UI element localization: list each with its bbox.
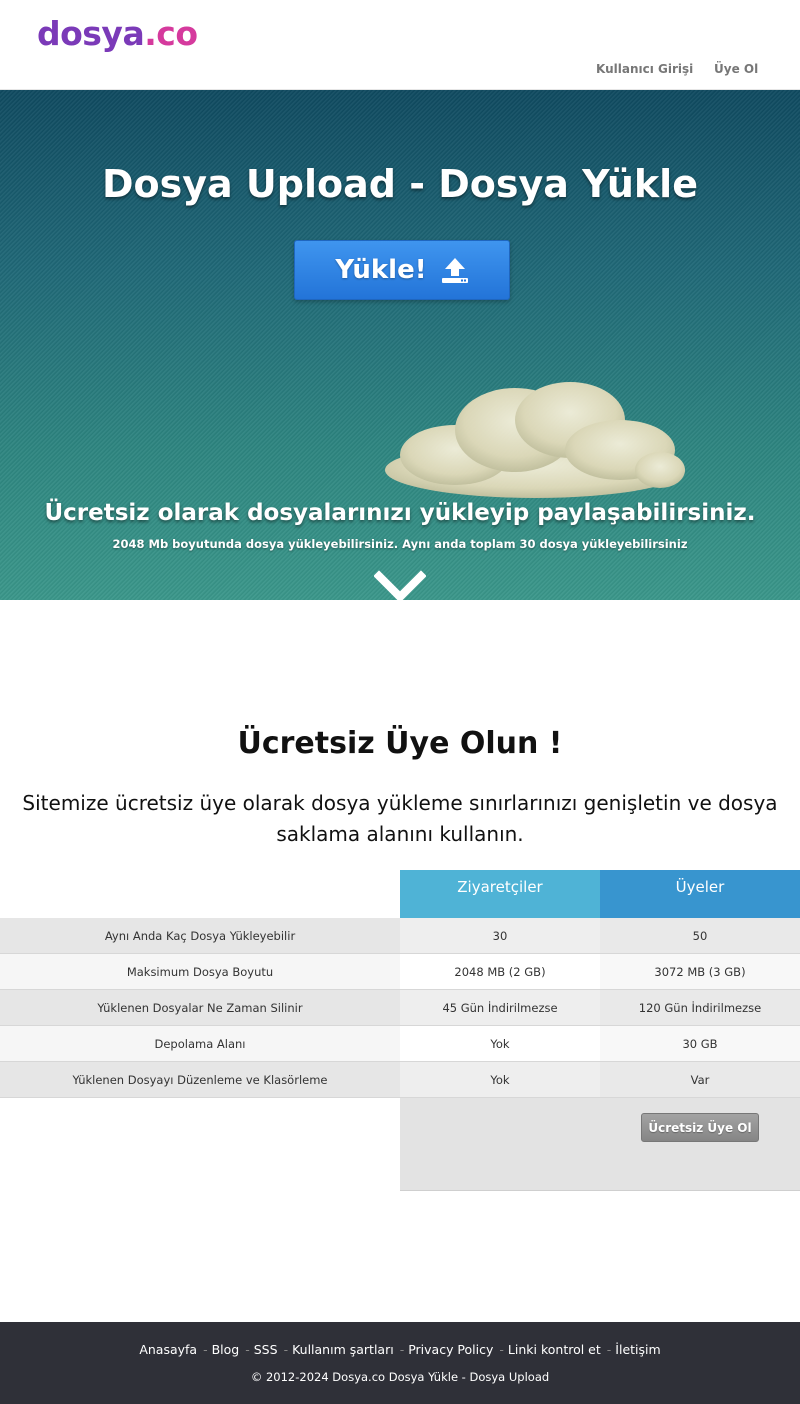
footer-link-privacy[interactable]: Privacy Policy <box>408 1342 493 1357</box>
members-value: Var <box>600 1062 800 1097</box>
table-row: Maksimum Dosya Boyutu 2048 MB (2 GB) 307… <box>0 954 800 990</box>
cloud-image <box>385 382 685 498</box>
visitors-value: Yok <box>400 1062 600 1097</box>
visitors-value: 2048 MB (2 GB) <box>400 954 600 989</box>
membership-title: Ücretsiz Üye Olun ! <box>237 726 563 761</box>
site-logo[interactable]: dosya.co <box>37 12 198 56</box>
footer-separator: - <box>283 1342 289 1357</box>
footer-link-home[interactable]: Anasayfa <box>139 1342 197 1357</box>
upload-button-label: Yükle! <box>335 255 427 285</box>
footer-separator: - <box>203 1342 208 1357</box>
row-label: Yüklenen Dosyalar Ne Zaman Silinir <box>0 990 400 1025</box>
table-row: Yüklenen Dosyalar Ne Zaman Silinir 45 Gü… <box>0 990 800 1026</box>
footer-copyright: © 2012-2024 Dosya.co Dosya Yükle - Dosya… <box>250 1370 550 1384</box>
hero-title: Dosya Upload - Dosya Yükle <box>102 162 698 206</box>
column-header-members: Üyeler <box>600 870 800 918</box>
nav-login-link[interactable]: Kullanıcı Girişi <box>596 62 693 76</box>
column-header-visitors: Ziyaretçiler <box>400 870 600 918</box>
members-value: 120 Gün İndirilmezse <box>600 990 800 1025</box>
hero-subtitle: Ücretsiz olarak dosyalarınızı yükleyip p… <box>44 500 756 526</box>
visitors-value: 45 Gün İndirilmezse <box>400 990 600 1025</box>
site-footer: Anasayfa - Blog - SSS - Kullanım şartları - Priv… <box>0 1322 800 1404</box>
footer-separator: - <box>499 1342 504 1357</box>
hero-note: 2048 Mb boyutunda dosya yükleyebilirsini… <box>112 537 688 551</box>
footer-separator: - <box>399 1342 405 1357</box>
table-row: Yüklenen Dosyayı Düzenleme ve Klasörleme… <box>0 1062 800 1098</box>
membership-description: Sitemize ücretsiz üye olarak dosya yükle… <box>22 791 778 846</box>
footer-separator: - <box>606 1342 612 1357</box>
row-label: Maksimum Dosya Boyutu <box>0 954 400 989</box>
row-label: Aynı Anda Kaç Dosya Yükleyebilir <box>0 918 400 953</box>
members-value: 50 <box>600 918 800 953</box>
footer-link-contact[interactable]: İletişim <box>615 1342 660 1357</box>
footer-separator: - <box>245 1342 250 1357</box>
footer-link-check-link[interactable]: Linki kontrol et <box>508 1342 601 1357</box>
table-footer: Ücretsiz Üye Ol <box>400 1098 800 1191</box>
logo-text-dosya: dosya <box>37 14 145 53</box>
upload-button[interactable]: Yükle! <box>294 240 510 300</box>
visitors-value: 30 <box>400 918 600 953</box>
free-signup-button[interactable]: Ücretsiz Üye Ol <box>641 1113 759 1142</box>
row-label: Depolama Alanı <box>0 1026 400 1061</box>
nav-register-link[interactable]: Üye Ol <box>714 62 758 76</box>
row-label: Yüklenen Dosyayı Düzenleme ve Klasörleme <box>0 1062 400 1097</box>
visitors-value: Yok <box>400 1026 600 1061</box>
members-value: 30 GB <box>600 1026 800 1061</box>
hero-banner: Dosya Upload - Dosya Yükle Yükle! Ücrets… <box>0 90 800 600</box>
table-row: Depolama Alanı Yok 30 GB <box>0 1026 800 1062</box>
site-header: dosya.co Kullanıcı Girişi Üye Ol <box>0 0 800 90</box>
footer-link-blog[interactable]: Blog <box>212 1342 240 1357</box>
footer-link-faq[interactable]: SSS <box>254 1342 278 1357</box>
footer-links: Anasayfa - Blog - SSS - Kullanım şartları - Priv… <box>0 1342 800 1357</box>
upload-icon <box>441 258 468 283</box>
table-row: Aynı Anda Kaç Dosya Yükleyebilir 30 50 <box>0 918 800 954</box>
members-value: 3072 MB (3 GB) <box>600 954 800 989</box>
logo-text-co: .co <box>144 14 198 53</box>
footer-link-terms[interactable]: Kullanım şartları <box>292 1342 394 1357</box>
chevron-down-icon[interactable] <box>374 570 426 600</box>
